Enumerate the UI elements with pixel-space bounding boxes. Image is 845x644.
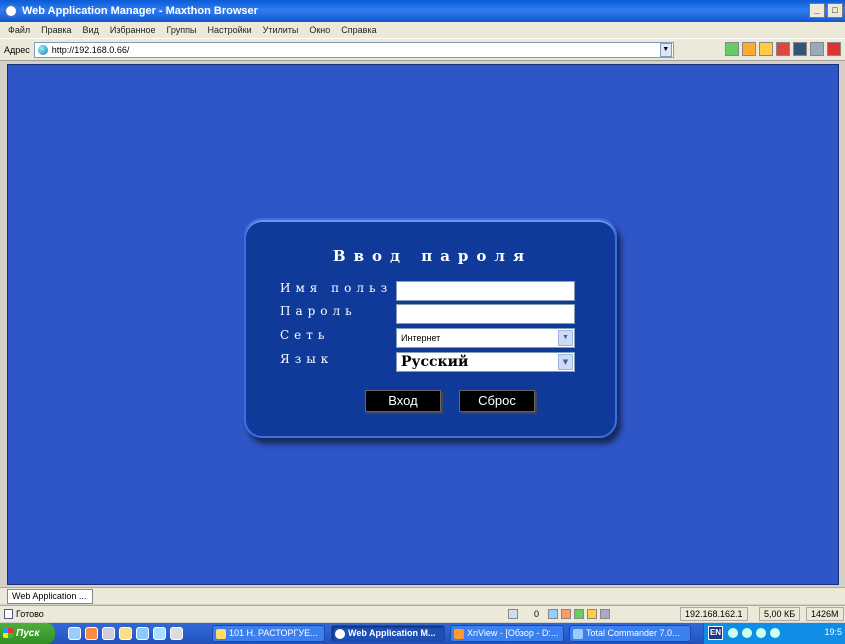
tray-update-icon[interactable] [770, 628, 780, 638]
task-xnview-icon [454, 629, 464, 639]
quicklaunch-maxthon-icon[interactable] [102, 627, 115, 640]
menu-bar: Файл Правка Вид Избранное Группы Настрой… [0, 22, 845, 39]
task-total-commander[interactable]: Total Commander 7.0... [569, 625, 691, 642]
tab-strip: Web Application ... [0, 587, 845, 604]
status-left: Готово [4, 609, 44, 619]
login-panel: Ввод пароля Имя польз Пароль Сеть Интерн… [244, 218, 617, 438]
address-url: http://192.168.0.66/ [51, 44, 130, 55]
network-label: Сеть [280, 328, 330, 342]
task-label: XnView - [Обзор - D:... [467, 628, 559, 638]
refresh-icon[interactable] [548, 609, 558, 619]
network-dropdown-icon[interactable]: ▼ [558, 330, 573, 346]
window-controls: _ □ [809, 3, 843, 18]
address-input[interactable]: http://192.168.0.66/ [33, 41, 674, 58]
task-web-application[interactable]: Web Application M... [331, 625, 445, 642]
address-label: Адрес [4, 44, 30, 55]
quicklaunch-explorer-icon[interactable] [136, 627, 149, 640]
task-label: Web Application M... [348, 628, 436, 638]
status-size: 5,00 КБ [759, 607, 801, 621]
menu-tools[interactable]: Утилиты [263, 25, 299, 35]
window-title: Web Application Manager - Maxthon Browse… [22, 5, 258, 17]
start-label: Пуск [16, 628, 40, 639]
reset-button[interactable]: Сброс [459, 390, 535, 412]
rss-icon[interactable] [574, 609, 584, 619]
task-browser-icon [335, 629, 345, 639]
forward-icon[interactable] [759, 42, 773, 56]
taskbar: Пуск 101 Н. РАСТОРГУЕ... Web Application… [0, 623, 845, 644]
quicklaunch-media-icon[interactable] [153, 627, 166, 640]
username-input[interactable] [396, 281, 575, 301]
username-label: Имя польз [280, 281, 393, 295]
flash-icon[interactable] [587, 609, 597, 619]
popup-icon[interactable] [508, 609, 518, 619]
language-label: Язык [280, 352, 334, 366]
page-viewport: Ввод пароля Имя польз Пароль Сеть Интерн… [7, 64, 839, 585]
menu-help[interactable]: Справка [341, 25, 376, 35]
status-text: Готово [16, 609, 44, 619]
task-rastorguev[interactable]: 101 Н. РАСТОРГУЕ... [212, 625, 325, 642]
media-icon[interactable] [561, 609, 571, 619]
login-title: Ввод пароля [332, 247, 533, 265]
task-label: 101 Н. РАСТОРГУЕ... [229, 628, 318, 638]
browser-icon [4, 4, 18, 18]
menu-file[interactable]: Файл [8, 25, 30, 35]
tools-icon[interactable] [810, 42, 824, 56]
status-bar: Готово 0 192.168.162.1 5,00 КБ 1426М [0, 605, 845, 622]
status-tool-icons [548, 609, 610, 619]
status-ip: 192.168.162.1 [680, 607, 748, 621]
language-value: Русский [401, 354, 469, 370]
tab-web-application[interactable]: Web Application ... [7, 589, 93, 604]
status-icons [508, 609, 518, 619]
language-dropdown-icon[interactable]: ▼ [558, 354, 573, 370]
quicklaunch-ie-icon[interactable] [68, 627, 81, 640]
start-button[interactable]: Пуск [0, 623, 55, 644]
document-icon [4, 609, 13, 619]
login-button[interactable]: Вход [365, 390, 441, 412]
quicklaunch-desktop-icon[interactable] [170, 627, 183, 640]
password-input[interactable] [396, 304, 575, 324]
network-select[interactable]: Интернет ▼ [396, 328, 575, 348]
task-xnview[interactable]: XnView - [Обзор - D:... [450, 625, 564, 642]
window-titlebar: Web Application Manager - Maxthon Browse… [0, 0, 845, 22]
system-tray: EN 19:5 [703, 623, 845, 644]
tray-volume-icon[interactable] [742, 628, 752, 638]
language-select[interactable]: Русский ▼ [396, 352, 575, 372]
menu-settings[interactable]: Настройки [207, 25, 251, 35]
close-icon[interactable] [827, 42, 841, 56]
back-icon[interactable] [742, 42, 756, 56]
proxy-icon[interactable] [600, 609, 610, 619]
menu-window[interactable]: Окно [309, 25, 330, 35]
task-label: Total Commander 7.0... [586, 628, 680, 638]
go-icon[interactable] [725, 42, 739, 56]
minimize-button[interactable]: _ [809, 3, 825, 18]
address-dropdown-icon[interactable]: ▼ [659, 42, 672, 57]
windows-logo-icon [3, 628, 13, 638]
status-memory: 1426М [806, 607, 844, 621]
menu-favorites[interactable]: Избранное [110, 25, 156, 35]
tray-security-icon[interactable] [756, 628, 766, 638]
menu-groups[interactable]: Группы [166, 25, 196, 35]
language-indicator[interactable]: EN [708, 626, 723, 640]
status-count: 0 [534, 609, 540, 619]
address-bar: Адрес http://192.168.0.66/ ▼ [0, 39, 845, 61]
task-tc-icon [573, 629, 583, 639]
menu-edit[interactable]: Правка [41, 25, 71, 35]
network-value: Интернет [401, 333, 441, 343]
task-app-icon [216, 629, 226, 639]
window-icon[interactable] [793, 42, 807, 56]
page-icon [37, 44, 48, 55]
quicklaunch-app-icon[interactable] [119, 627, 132, 640]
toolbar-icons [725, 42, 841, 56]
clock: 19:5 [824, 627, 842, 637]
maximize-button[interactable]: □ [827, 3, 843, 18]
menu-view[interactable]: Вид [83, 25, 99, 35]
password-label: Пароль [280, 304, 357, 318]
tray-network-icon[interactable] [728, 628, 738, 638]
tray-icons [728, 628, 780, 638]
quicklaunch-firefox-icon[interactable] [85, 627, 98, 640]
stop-icon[interactable] [776, 42, 790, 56]
